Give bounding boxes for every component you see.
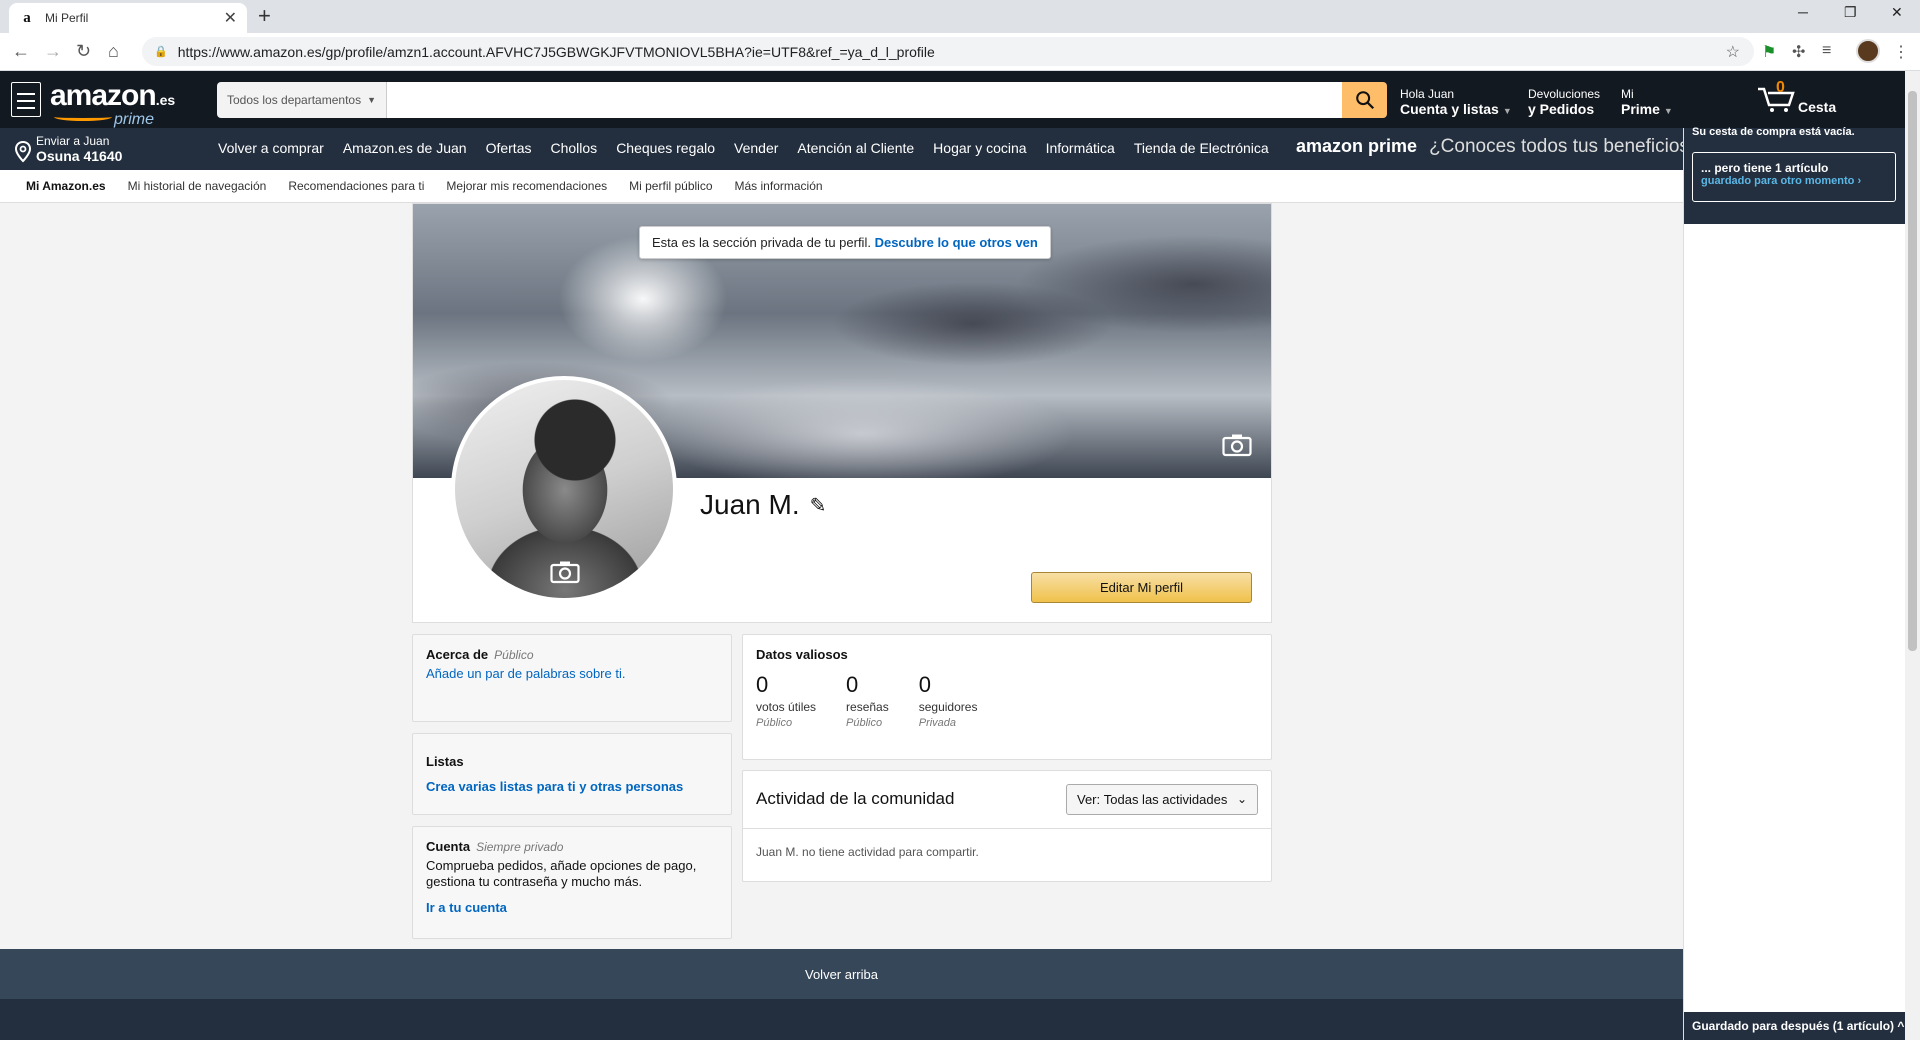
community-activity-card: Actividad de la comunidad Ver: Todas las…: [742, 770, 1272, 882]
reload-icon[interactable]: ↻: [76, 41, 91, 61]
nav-link-buy-again[interactable]: Volver a comprar: [218, 140, 324, 156]
address-bar[interactable]: 🔒 https://www.amazon.es/gp/profile/amzn1…: [142, 37, 1754, 66]
tab-title: Mi Perfil: [45, 11, 89, 25]
activity-filter-select[interactable]: Ver: Todas las actividades ⌄: [1066, 784, 1258, 815]
my-prime-menu[interactable]: Mi Prime ▼: [1621, 87, 1673, 119]
tab-close-icon[interactable]: ✕: [224, 8, 237, 28]
chevron-up-icon: ^: [1897, 1019, 1905, 1033]
nav-link-home-kitchen[interactable]: Hogar y cocina: [933, 140, 1026, 156]
returns-orders-link[interactable]: Devoluciones y Pedidos: [1528, 87, 1600, 117]
nav-link-my-amazon[interactable]: Amazon.es de Juan: [343, 140, 467, 156]
footer: [0, 999, 1683, 1040]
deliver-to-location[interactable]: Enviar a Juan Osuna 41640: [14, 134, 122, 164]
saved-for-later-footer[interactable]: Guardado para después (1 artículo) ^: [1684, 1012, 1906, 1040]
url-text: https://www.amazon.es/gp/profile/amzn1.a…: [177, 43, 935, 60]
add-bio-link[interactable]: Añade un par de palabras sobre ti.: [426, 666, 718, 681]
private-section-note: Esta es la sección privada de tu perfil.…: [639, 226, 1051, 259]
camera-icon[interactable]: [1222, 433, 1252, 457]
visibility-label: Público: [494, 648, 534, 662]
bookmark-star-icon[interactable]: ☆: [1726, 42, 1740, 62]
camera-icon[interactable]: [550, 560, 580, 584]
nav-link-gift-cards[interactable]: Cheques regalo: [616, 140, 715, 156]
subnav-public-profile[interactable]: Mi perfil público: [629, 179, 712, 193]
about-card: Acerca de Público Añade un par de palabra…: [412, 634, 732, 722]
nav-links: Volver a comprar Amazon.es de Juan Ofert…: [218, 140, 1288, 156]
flag-extension-icon[interactable]: ⚑: [1762, 42, 1776, 62]
account-card: Cuenta Siempre privado Comprueba pedidos,…: [412, 826, 732, 939]
subnav-improve-recommendations[interactable]: Mejorar mis recomendaciones: [446, 179, 607, 193]
search-department-select[interactable]: Todos los departamentos ▼: [217, 82, 387, 118]
lock-icon[interactable]: 🔒: [154, 45, 168, 58]
amazon-prime-logo[interactable]: amazon.es prime: [50, 79, 175, 128]
subnav-browsing-history[interactable]: Mi historial de navegación: [128, 179, 267, 193]
create-lists-link[interactable]: Crea varias listas para ti y otras perso…: [426, 779, 718, 794]
edit-pencil-icon[interactable]: ✎: [810, 493, 827, 518]
stat-followers: 0 seguidores Privada: [918, 672, 978, 729]
cart-link[interactable]: 0 Cesta: [1756, 79, 1836, 116]
lists-card: Listas Crea varias listas para ti y otra…: [412, 733, 732, 815]
minimize-icon[interactable]: ─: [1798, 4, 1808, 20]
subnav-recommendations[interactable]: Recomendaciones para ti: [288, 179, 424, 193]
scrollbar-thumb[interactable]: [1908, 91, 1917, 651]
nav-link-deals[interactable]: Chollos: [550, 140, 597, 156]
nav-link-customer-service[interactable]: Atención al Cliente: [797, 140, 914, 156]
visibility-label: Siempre privado: [476, 840, 564, 854]
edit-profile-button[interactable]: Editar Mi perfil: [1031, 572, 1252, 603]
prime-promo-link[interactable]: amazon prime ¿Conoces todos tus benefici…: [1296, 136, 1699, 158]
nav-link-sell[interactable]: Vender: [734, 140, 778, 156]
caret-down-icon: ▼: [367, 95, 377, 105]
see-what-others-see-link[interactable]: Descubre lo que otros ven: [875, 235, 1038, 250]
nav-link-offers[interactable]: Ofertas: [486, 140, 532, 156]
back-icon[interactable]: ←: [12, 41, 30, 61]
back-to-top-button[interactable]: Volver arriba: [0, 949, 1683, 999]
window-close-icon[interactable]: ✕: [1891, 4, 1903, 21]
forward-icon[interactable]: →: [44, 41, 62, 61]
chevron-down-icon: ⌄: [1236, 792, 1247, 806]
community-header: Actividad de la comunidad Ver: Todas las…: [743, 771, 1271, 829]
search-input[interactable]: [387, 82, 1342, 118]
profile-name: Juan M. ✎: [700, 489, 827, 520]
profile-picture[interactable]: [451, 376, 677, 602]
search-button[interactable]: [1342, 82, 1387, 118]
extensions-puzzle-icon[interactable]: ✣: [1792, 42, 1805, 62]
saved-for-later-box[interactable]: ... pero tiene 1 artículo guardado para …: [1692, 152, 1896, 202]
subnav-my-amazon[interactable]: Mi Amazon.es: [26, 179, 106, 193]
prime-brand: amazon prime: [1296, 136, 1418, 156]
amazon-header: amazon.es prime Todos los departamentos ▼…: [0, 71, 1920, 128]
nav-link-computers[interactable]: Informática: [1046, 140, 1115, 156]
menu-kebab-icon[interactable]: ⋮: [1893, 42, 1909, 62]
go-to-account-link[interactable]: Ir a tu cuenta: [426, 900, 718, 915]
home-icon[interactable]: ⌂: [108, 41, 119, 61]
cart-empty-text: Su cesta de compra está vacía.: [1692, 126, 1855, 138]
profile-hero: Esta es la sección privada de tu perfil.…: [412, 203, 1272, 623]
caret-down-icon: ▼: [1663, 106, 1673, 116]
side-cart-panel: Su cesta de compra está vacía. ... pero …: [1683, 126, 1906, 1040]
profile-avatar-icon[interactable]: [1856, 39, 1880, 63]
insights-card: Datos valiosos 0 votos útiles Público 0 …: [742, 634, 1272, 760]
browser-toolbar: ← → ↻ ⌂ 🔒 https://www.amazon.es/gp/profi…: [0, 33, 1920, 71]
cart-count: 0: [1776, 79, 1785, 96]
search-bar: Todos los departamentos ▼: [217, 82, 1387, 118]
side-cart-summary: Su cesta de compra está vacía. ... pero …: [1684, 126, 1906, 224]
nav-link-electronics[interactable]: Tienda de Electrónica: [1134, 140, 1269, 156]
page-scrollbar[interactable]: [1905, 71, 1920, 1040]
search-icon: [1355, 91, 1374, 110]
amazon-main-nav: Enviar a Juan Osuna 41640 Volver a compr…: [0, 128, 1920, 170]
caret-down-icon: ▼: [1502, 106, 1512, 116]
my-amazon-subnav: Mi Amazon.es Mi historial de navegación …: [0, 170, 1683, 203]
stat-reviews: 0 reseñas Público: [846, 672, 889, 729]
media-control-icon[interactable]: ≡: [1822, 42, 1831, 60]
smile-arrow-icon: [54, 113, 112, 121]
account-lists-menu[interactable]: Hola Juan Cuenta y listas ▼: [1400, 87, 1512, 119]
new-tab-button[interactable]: +: [258, 4, 271, 28]
amazon-favicon-icon: a: [23, 10, 31, 26]
browser-tab-strip: a Mi Perfil ✕ + ─ ❐ ✕: [0, 0, 1920, 33]
browser-tab[interactable]: a Mi Perfil ✕: [9, 3, 247, 33]
stat-helpful-votes: 0 votos útiles Público: [756, 672, 817, 729]
hamburger-menu-icon[interactable]: [11, 82, 41, 117]
community-empty-text: Juan M. no tiene actividad para comparti…: [756, 845, 979, 859]
subnav-more-info[interactable]: Más información: [735, 179, 823, 193]
location-pin-icon: [14, 140, 32, 163]
restore-icon[interactable]: ❐: [1844, 4, 1857, 21]
